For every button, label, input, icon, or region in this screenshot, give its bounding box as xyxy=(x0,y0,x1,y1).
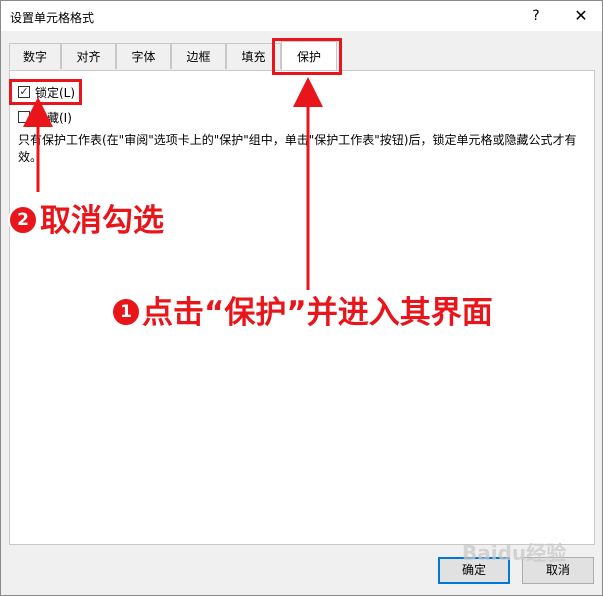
step2-badge: 2 xyxy=(8,205,38,235)
step1-text: 点击“保护”并进入其界面 xyxy=(142,295,493,331)
tab-protection[interactable]: 保护 xyxy=(281,41,337,70)
step2-text: 取消勾选 xyxy=(40,203,164,239)
step1-badge: 1 xyxy=(111,297,141,327)
